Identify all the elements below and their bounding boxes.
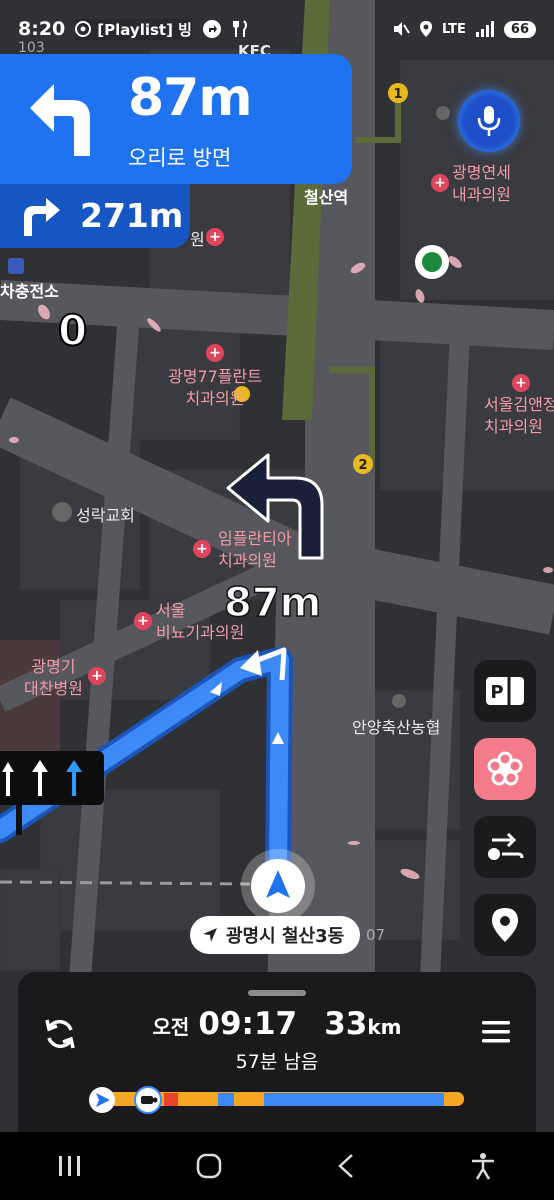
map-label-07: 07 <box>366 926 386 944</box>
network-type: LTE <box>442 21 466 37</box>
system-navigation-bar <box>0 1132 554 1200</box>
media-icon <box>75 21 92 37</box>
voice-search-button[interactable] <box>458 90 520 152</box>
map-label-clinic-yonsei: 광명연세 내과의원 <box>452 163 511 204</box>
trip-summary-panel[interactable]: 오전 09:17 33km 57분 남음 <box>18 972 536 1132</box>
blossom-button[interactable] <box>474 738 536 800</box>
status-time: 8:20 <box>18 18 66 40</box>
menu-icon[interactable] <box>480 1018 512 1046</box>
map-label-won: 원 <box>190 230 205 249</box>
current-location-text: 광명시 철산3동 <box>226 926 345 947</box>
map-label-station: 철산역 <box>304 188 349 207</box>
clinic-icon: + <box>512 374 530 392</box>
lane-arrows-icon <box>2 760 82 796</box>
mute-icon <box>394 22 410 36</box>
next-turn-card[interactable]: 271m <box>0 184 190 248</box>
current-speed: 0 <box>57 305 88 356</box>
clinic-icon: + <box>206 228 224 246</box>
lane-panel-post <box>16 805 22 835</box>
current-location-chip[interactable]: 광명시 철산3동 <box>190 916 361 954</box>
nav-app-icon <box>202 20 221 38</box>
map-label-church: 성락교회 <box>76 506 135 525</box>
clinic-icon: + <box>134 612 152 630</box>
eta-row: 오전 09:17 33km <box>18 1006 536 1042</box>
recent-apps-icon[interactable] <box>57 1154 83 1178</box>
start-position-icon <box>89 1087 115 1113</box>
media-notification: [Playlist] 빙 <box>75 18 192 40</box>
transit-marker-2: 2 <box>353 454 373 474</box>
navigation-arrow-icon <box>203 928 217 942</box>
eta-time: 09:17 <box>198 1006 298 1042</box>
mic-background-marker <box>436 106 450 120</box>
turn-left-arrow-icon <box>30 84 90 156</box>
marker-1-text: 1 <box>393 87 402 102</box>
clinic-icon: + <box>88 667 106 685</box>
restaurant-icon <box>232 20 247 37</box>
map-label-implant-clinic: 임플란티아 치과의원 <box>218 529 292 570</box>
turn-guidance-card[interactable]: 87m 오리로 방면 <box>0 54 352 184</box>
turn-direction: 오리로 방면 <box>128 146 232 170</box>
back-icon[interactable] <box>336 1153 356 1179</box>
church-icon <box>52 502 72 522</box>
accessibility-icon[interactable] <box>469 1152 497 1180</box>
home-icon[interactable] <box>196 1153 222 1179</box>
status-bar: 8:20 [Playlist] 빙 LTE 66 <box>0 0 554 58</box>
eta-period: 오전 <box>152 1015 190 1039</box>
route-swap-icon <box>488 832 524 860</box>
clinic-icon: + <box>206 344 224 362</box>
parking-icon: P <box>486 677 524 705</box>
route-options-button[interactable] <box>474 816 536 878</box>
microphone-icon <box>477 106 501 136</box>
marker-2-text: 2 <box>358 458 367 473</box>
signal-icon <box>475 21 494 37</box>
map-label-clinic-seoul-kim: 서울김앤정 치과의원 <box>484 395 554 436</box>
drag-handle[interactable] <box>248 990 306 996</box>
map-pin-icon <box>492 908 518 942</box>
media-title: [Playlist] 빙 <box>97 20 192 39</box>
map-label-hospital: 광명기 대찬병원 <box>24 657 83 698</box>
location-pin-button[interactable] <box>474 894 536 956</box>
clinic-icon: + <box>193 540 211 558</box>
next-turn-distance: 271m <box>80 196 184 235</box>
location-status-icon <box>420 21 433 37</box>
parking-button[interactable]: P <box>474 660 536 722</box>
distance-unit: km <box>367 1015 402 1039</box>
battery-indicator: 66 <box>503 20 536 38</box>
map-label-clinic-77: 광명77플란트 치과의원 <box>168 367 262 408</box>
clinic-icon: + <box>431 174 449 192</box>
remaining-distance: 33 <box>324 1006 368 1042</box>
turn-distance: 87m <box>128 68 253 128</box>
remaining-time: 57분 남음 <box>235 1051 319 1073</box>
map-label-nonghyup: 안양축산농협 <box>352 718 441 737</box>
bank-icon <box>392 694 406 708</box>
flower-icon <box>487 751 523 786</box>
transit-marker-1: 1 <box>388 83 408 103</box>
svg-text:P: P <box>490 682 503 703</box>
lane-guidance-panel <box>0 751 104 805</box>
speed-camera-icon <box>134 1086 162 1114</box>
ev-charging-icon <box>8 258 24 274</box>
map-distance-label: 87m <box>223 579 322 627</box>
map-label-charging: 차충전소 <box>0 282 59 301</box>
turn-right-arrow-icon <box>24 198 60 236</box>
